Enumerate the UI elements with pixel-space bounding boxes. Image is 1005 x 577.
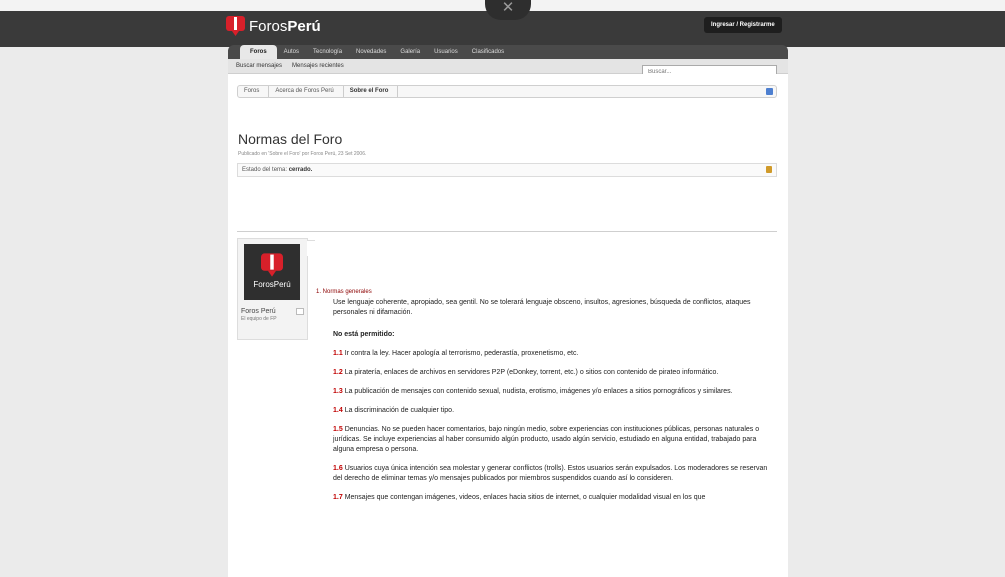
rule-item: 1.7 Mensajes que contengan imágenes, vid… [333, 494, 706, 501]
rule-item: 1.1 Ir contra la ley. Hacer apología al … [333, 350, 579, 357]
search-messages-link[interactable]: Buscar mensajes [236, 60, 282, 72]
avatar[interactable]: ForosPerú [244, 244, 300, 300]
tab-novedades[interactable]: Novedades [349, 45, 393, 59]
tab-tecnologia[interactable]: Tecnología [306, 45, 349, 59]
section-heading: 1. Normas generales [316, 289, 372, 295]
status-label: Estado del tema: [242, 167, 288, 173]
lock-icon [766, 166, 772, 173]
logo-text: ForosPerú [249, 17, 321, 35]
tab-clasificados[interactable]: Clasificados [465, 45, 511, 59]
jump-icon[interactable] [766, 88, 773, 95]
tab-galeria[interactable]: Galería [393, 45, 427, 59]
author-menu-icon[interactable] [296, 308, 304, 315]
breadcrumb: Foros Acerca de Foros Perú Sobre el Foro [237, 85, 777, 98]
author-title: El equipo de FP [241, 316, 277, 322]
tab-foros[interactable]: Foros [240, 45, 277, 59]
thread-byline: Publicado en 'Sobre el Foro' por Foros P… [238, 151, 367, 157]
rule-item: 1.5 Denuncias. No se pueden hacer coment… [333, 426, 760, 453]
rule-item: 1.4 La discriminación de cualquier tipo. [333, 407, 455, 414]
thread-status: Estado del tema: cerrado. [237, 163, 777, 177]
author-name[interactable]: Foros Perú [241, 308, 276, 315]
status-value: cerrado. [288, 167, 313, 173]
rule-item: 1.6 Usuarios cuya única intención sea mo… [333, 465, 768, 482]
avatar-text: ForosPerú [253, 280, 291, 289]
section-intro: Use lenguaje coherente, apropiado, sea g… [333, 299, 751, 316]
breadcrumb-sobre-el-foro[interactable]: Sobre el Foro [344, 86, 399, 97]
login-register-button[interactable]: Ingresar / Registrarme [704, 17, 782, 33]
recent-messages-link[interactable]: Mensajes recientes [292, 60, 344, 72]
tab-autos[interactable]: Autos [277, 45, 306, 59]
close-icon[interactable]: ✕ [485, 0, 531, 20]
logo-icon [226, 16, 245, 36]
breadcrumb-acerca[interactable]: Acerca de Foros Perú [269, 86, 344, 97]
divider [237, 231, 777, 232]
not-allowed-heading: No está permitido: [333, 331, 395, 338]
post-body: 1. Normas generales Use lenguaje coheren… [316, 287, 771, 503]
rule-item: 1.2 La piratería, enlaces de archivos en… [333, 369, 719, 376]
breadcrumb-foros[interactable]: Foros [238, 86, 270, 97]
avatar-logo-icon [261, 253, 283, 277]
rule-item: 1.3 La publicación de mensajes con conte… [333, 388, 733, 395]
page-title: Normas del Foro [238, 131, 343, 147]
post-arrow [307, 240, 315, 256]
site-logo[interactable]: ForosPerú [226, 16, 321, 36]
tab-usuarios[interactable]: Usuarios [427, 45, 465, 59]
sub-nav-links: Buscar mensajes Mensajes recientes [236, 60, 344, 72]
nav-tabs: Foros Autos Tecnología Novedades Galería… [240, 45, 511, 59]
